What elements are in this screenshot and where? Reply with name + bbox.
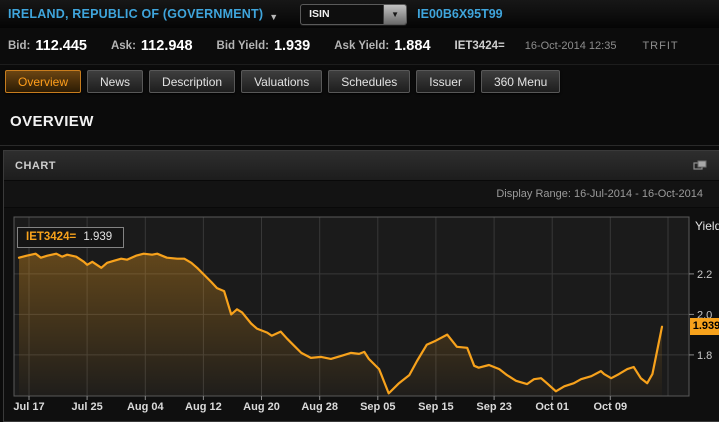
ask-label: Ask: (111, 40, 136, 52)
tab-news[interactable]: News (87, 70, 143, 93)
chart-panel-header: CHART (4, 151, 719, 181)
page-title: OVERVIEW (10, 113, 94, 130)
legend-ticker: IET3424= (26, 231, 76, 243)
id-type-selected-value: ISIN (301, 5, 383, 24)
display-range-text: Display Range: 16-Jul-2014 - 16-Oct-2014 (496, 188, 703, 200)
bid-value: 112.445 (35, 38, 87, 54)
popout-chart-icon[interactable] (693, 160, 707, 171)
ask-value: 112.948 (141, 38, 193, 54)
bid-yield-value: 1.939 (274, 38, 310, 54)
yield-chart[interactable]: Jul 17 Jul 25 Aug 04 Aug 12 Aug 20 Aug 28 Sep … (4, 208, 719, 421)
svg-text:Sep 15: Sep 15 (418, 401, 453, 413)
chevron-down-icon: ▼ (391, 10, 399, 19)
title-bar: IRELAND, REPUBLIC OF (GOVERNMENT) ▼ ISIN… (0, 0, 719, 28)
tab-label: Issuer (429, 75, 462, 89)
svg-text:Sep 05: Sep 05 (360, 401, 395, 413)
tab-issuer[interactable]: Issuer (416, 70, 475, 93)
svg-text:Jul 25: Jul 25 (72, 401, 103, 413)
svg-text:2.2: 2.2 (697, 269, 712, 281)
tab-valuations[interactable]: Valuations (241, 70, 322, 93)
last-price-badge: 1.939 (690, 318, 719, 335)
security-name: IRELAND, REPUBLIC OF (GOVERNMENT) (8, 7, 263, 21)
quote-bar: Bid: 112.445 Ask: 112.948 Bid Yield: 1.9… (0, 28, 719, 65)
tab-label: 360 Menu (494, 75, 547, 89)
tab-label: Valuations (254, 75, 309, 89)
page-title-row: OVERVIEW (0, 98, 719, 146)
display-range-row: Display Range: 16-Jul-2014 - 16-Oct-2014 (4, 181, 719, 208)
tab-360-menu[interactable]: 360 Menu (481, 70, 560, 93)
tab-description[interactable]: Description (149, 70, 235, 93)
tab-label: Schedules (341, 75, 397, 89)
svg-text:Aug 04: Aug 04 (127, 401, 165, 413)
tab-bar: Overview News Description Valuations Sch… (0, 65, 719, 98)
quote-source: TRFIT (642, 40, 678, 52)
tab-label: Description (162, 75, 222, 89)
svg-text:Oct 01: Oct 01 (535, 401, 569, 413)
chart-legend: IET3424= 1.939 (17, 227, 124, 248)
tab-schedules[interactable]: Schedules (328, 70, 410, 93)
svg-text:Yield: Yield (695, 219, 719, 233)
svg-text:Oct 09: Oct 09 (593, 401, 627, 413)
quote-timestamp: 16-Oct-2014 12:35 (525, 40, 617, 52)
svg-text:Jul 17: Jul 17 (13, 401, 44, 413)
svg-text:1.8: 1.8 (697, 350, 712, 362)
chart-panel-title: CHART (15, 160, 56, 172)
isin-value: IE00B6X95T99 (417, 7, 502, 21)
ticker-code: IET3424= (455, 40, 505, 52)
tab-overview[interactable]: Overview (5, 70, 81, 93)
security-dropdown-caret-icon[interactable]: ▼ (269, 12, 278, 22)
ask-yield-value: 1.884 (394, 38, 430, 54)
bid-label: Bid: (8, 40, 30, 52)
svg-text:Sep 23: Sep 23 (476, 401, 511, 413)
tab-label: Overview (18, 75, 68, 89)
id-type-dropdown-button[interactable]: ▼ (383, 5, 406, 24)
chart-panel: CHART Display Range: 16-Jul-2014 - 16-Oc… (3, 150, 719, 422)
legend-value: 1.939 (83, 231, 112, 243)
svg-text:Aug 12: Aug 12 (185, 401, 222, 413)
svg-text:Aug 20: Aug 20 (243, 401, 280, 413)
id-type-select[interactable]: ISIN ▼ (300, 4, 407, 25)
ask-yield-label: Ask Yield: (334, 40, 389, 52)
svg-text:Aug 28: Aug 28 (301, 401, 338, 413)
bid-yield-label: Bid Yield: (217, 40, 269, 52)
tab-label: News (100, 75, 130, 89)
